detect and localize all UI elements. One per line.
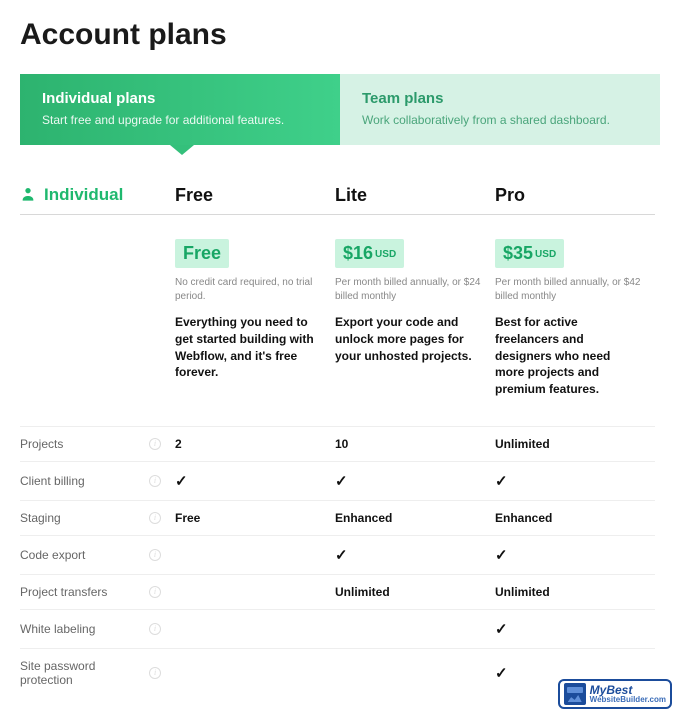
feature-label-text: Site password protection <box>20 659 149 687</box>
check-icon: ✓ <box>175 472 188 490</box>
feature-cell: ✓ <box>495 609 655 648</box>
feature-cell: Unlimited <box>335 574 495 609</box>
feature-label: Code export i <box>20 535 175 574</box>
feature-cell <box>175 574 335 609</box>
info-icon[interactable]: i <box>149 623 161 635</box>
plan-header-free: Free <box>175 185 335 215</box>
tab-team-plans[interactable]: Team plans Work collaboratively from a s… <box>340 74 660 145</box>
info-icon[interactable]: i <box>149 549 161 561</box>
info-icon[interactable]: i <box>149 586 161 598</box>
price-caption: Per month billed annually, or $42 billed… <box>495 276 643 304</box>
plan-tabs: Individual plans Start free and upgrade … <box>20 74 660 145</box>
feature-label-text: Client billing <box>20 474 85 488</box>
feature-label-text: Code export <box>20 548 85 562</box>
feature-cell: ✓ <box>335 535 495 574</box>
info-icon[interactable]: i <box>149 512 161 524</box>
feature-cell: 2 <box>175 426 335 461</box>
feature-cell: ✓ <box>495 535 655 574</box>
category-label: Individual <box>44 185 123 205</box>
feature-cell: ✓ <box>175 461 335 500</box>
info-icon[interactable]: i <box>149 475 161 487</box>
feature-cell: Free <box>175 500 335 535</box>
plan-price-pro: $35USD Per month billed annually, or $42… <box>495 215 655 398</box>
tab-subtitle: Work collaboratively from a shared dashb… <box>362 113 638 127</box>
price-value: $35 <box>503 243 533 263</box>
feature-cell <box>175 648 335 697</box>
price-currency: USD <box>535 249 556 260</box>
tab-subtitle: Start free and upgrade for additional fe… <box>42 113 318 127</box>
feature-cell <box>335 648 495 697</box>
watermark-top: MyBest <box>590 684 666 696</box>
info-icon[interactable]: i <box>149 438 161 450</box>
feature-cell <box>175 609 335 648</box>
check-icon: ✓ <box>495 664 508 682</box>
feature-cell <box>335 609 495 648</box>
plan-price-free: Free No credit card required, no trial p… <box>175 215 335 398</box>
feature-label: White labeling i <box>20 609 175 648</box>
check-icon: ✓ <box>335 472 348 490</box>
info-icon[interactable]: i <box>149 667 161 679</box>
person-icon <box>20 186 36 205</box>
category-header: Individual <box>20 185 175 215</box>
check-icon: ✓ <box>495 472 508 490</box>
feature-cell: 10 <box>335 426 495 461</box>
price-caption: No credit card required, no trial period… <box>175 276 323 304</box>
check-icon: ✓ <box>495 546 508 564</box>
price-value: $16 <box>343 243 373 263</box>
feature-label: Projects i <box>20 426 175 461</box>
plan-header-pro: Pro <box>495 185 655 215</box>
feature-cell: Unlimited <box>495 574 655 609</box>
tab-title: Team plans <box>362 90 638 107</box>
feature-label: Site password protectioni <box>20 648 175 697</box>
watermark-badge: MyBest WebsiteBuilder.com <box>558 679 672 709</box>
feature-cell: ✓ <box>335 461 495 500</box>
feature-label-text: Staging <box>20 511 61 525</box>
feature-cell <box>175 535 335 574</box>
feature-label-text: Projects <box>20 437 63 451</box>
feature-cell: Enhanced <box>335 500 495 535</box>
feature-cell: Enhanced <box>495 500 655 535</box>
watermark-icon <box>564 683 586 705</box>
plan-price-lite: $16USD Per month billed annually, or $24… <box>335 215 495 398</box>
check-icon: ✓ <box>335 546 348 564</box>
price-desc: Export your code and unlock more pages f… <box>335 314 483 364</box>
plan-header-lite: Lite <box>335 185 495 215</box>
feature-cell: Unlimited <box>495 426 655 461</box>
feature-label-text: White labeling <box>20 622 95 636</box>
tab-individual-plans[interactable]: Individual plans Start free and upgrade … <box>20 74 340 145</box>
feature-label: Staging i <box>20 500 175 535</box>
feature-cell: ✓ <box>495 461 655 500</box>
price-currency: USD <box>375 249 396 260</box>
watermark-bottom: WebsiteBuilder.com <box>590 696 666 704</box>
feature-label: Client billing i <box>20 461 175 500</box>
pricing-grid: Individual Free Lite Pro Free No credit … <box>20 185 660 697</box>
price-value: Free <box>183 243 221 263</box>
price-desc: Everything you need to get started build… <box>175 314 323 381</box>
check-icon: ✓ <box>495 620 508 638</box>
price-desc: Best for active freelancers and designer… <box>495 314 643 398</box>
price-caption: Per month billed annually, or $24 billed… <box>335 276 483 304</box>
feature-label: Project transfers i <box>20 574 175 609</box>
tab-title: Individual plans <box>42 90 318 107</box>
page-title: Account plans <box>20 18 660 52</box>
feature-label-text: Project transfers <box>20 585 107 599</box>
